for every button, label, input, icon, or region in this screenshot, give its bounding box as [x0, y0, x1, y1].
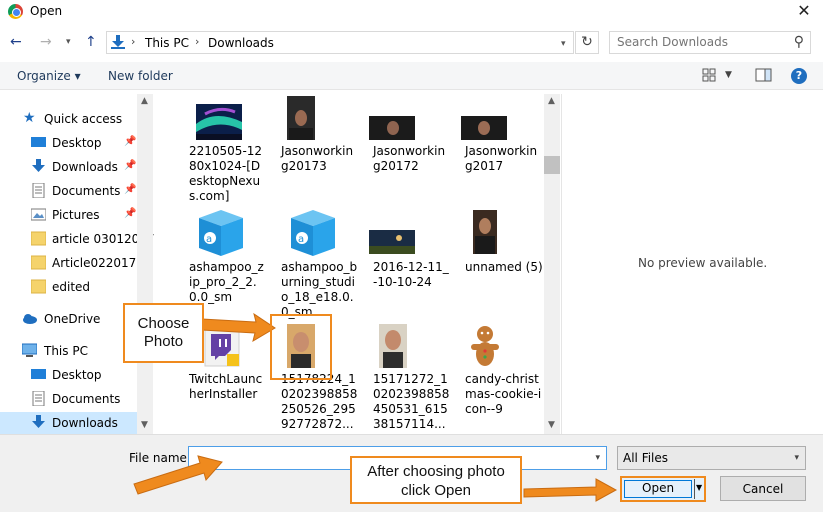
recent-locations-chevron-icon[interactable]: ▾: [66, 37, 71, 47]
folder-icon: [31, 231, 46, 246]
onedrive-cloud-icon: [23, 314, 37, 324]
refresh-icon: ↻: [581, 34, 593, 50]
highlighted-photo-box: [270, 314, 332, 380]
view-options-icon[interactable]: [702, 68, 716, 82]
photo-face-thumbnail: [379, 324, 407, 368]
pin-icon: 📌: [124, 136, 137, 147]
desktop-folder-icon: [31, 137, 46, 147]
pin-icon: 📌: [124, 160, 137, 171]
gingerbread-icon: [471, 326, 499, 366]
scroll-thumb[interactable]: [544, 156, 560, 174]
file-item[interactable]: 15171272_10202398858450531_61538157114..…: [359, 324, 451, 431]
split-divider: [694, 479, 695, 499]
desktop-folder-icon: [31, 369, 46, 379]
up-arrow-icon[interactable]: ↑: [85, 34, 97, 50]
file-item[interactable]: a ashampoo_burning_studio_18_e18.0.0_sm: [267, 210, 359, 319]
title-bar: Open ✕: [0, 0, 823, 24]
forward-arrow-icon[interactable]: →: [40, 34, 52, 50]
file-item[interactable]: Jasonworking2017: [451, 104, 543, 204]
chevron-down-icon: ▾: [794, 453, 799, 463]
documents-folder-icon: [32, 391, 45, 406]
photo-thumbnail: [287, 96, 315, 140]
pictures-folder-icon: [31, 208, 46, 221]
nav-quick-desktop[interactable]: Desktop 📌: [0, 132, 137, 154]
search-input[interactable]: [617, 35, 787, 49]
file-item[interactable]: 2210505-1280x1024-[DesktopNexus.com]: [175, 104, 267, 204]
refresh-button[interactable]: ↻: [575, 31, 599, 54]
no-preview-text: No preview available.: [638, 256, 768, 270]
svg-text:a: a: [298, 234, 304, 245]
help-icon[interactable]: ?: [791, 68, 807, 84]
close-icon[interactable]: ✕: [793, 0, 815, 22]
nav-quick-downloads[interactable]: Downloads 📌: [0, 156, 137, 178]
cancel-button[interactable]: Cancel: [720, 476, 806, 501]
photo-thumbnail: [473, 210, 497, 254]
installer-box-icon: a: [291, 210, 335, 256]
computer-icon: [22, 343, 37, 357]
installer-box-icon: a: [199, 210, 243, 256]
nav-scrollbar[interactable]: ▲ ▼: [137, 94, 153, 434]
nav-pc-documents[interactable]: Documents: [0, 388, 137, 410]
open-options-dropdown-icon[interactable]: ▼: [696, 483, 702, 492]
pin-icon: 📌: [124, 184, 137, 195]
scroll-up-icon[interactable]: ▲: [548, 96, 555, 106]
preview-pane-icon[interactable]: [755, 68, 772, 82]
scroll-down-icon[interactable]: ▼: [141, 420, 148, 430]
preview-pane: No preview available.: [561, 94, 823, 434]
svg-text:a: a: [206, 234, 212, 245]
breadcrumb-this-pc[interactable]: This PC: [145, 36, 189, 50]
file-list: 2210505-1280x1024-[DesktopNexus.com] Jas…: [165, 94, 545, 434]
pin-icon: 📌: [124, 208, 137, 219]
nav-this-pc[interactable]: This PC: [0, 340, 137, 362]
file-list-scrollbar[interactable]: ▲ ▼: [544, 94, 560, 434]
file-item[interactable]: 2016-12-11_-10-10-24: [359, 210, 451, 310]
nav-quick-edited[interactable]: edited: [0, 276, 137, 298]
window-title: Open: [30, 4, 63, 18]
file-item[interactable]: Jasonworking20172: [359, 104, 451, 204]
file-item[interactable]: candy-christmas-cookie-icon--9: [451, 324, 543, 424]
folder-icon: [31, 255, 46, 270]
address-bar[interactable]: › This PC › Downloads ▾: [106, 31, 574, 54]
file-name-dropdown-icon[interactable]: ▾: [595, 453, 600, 463]
file-item[interactable]: unnamed (5): [451, 210, 543, 310]
download-folder-icon: [32, 415, 45, 428]
file-item[interactable]: Jasonworking20173: [267, 96, 359, 196]
new-folder-button[interactable]: New folder: [108, 69, 173, 83]
address-dropdown-icon[interactable]: ▾: [561, 39, 566, 49]
file-name-label: File name:: [129, 451, 191, 465]
nav-pc-downloads[interactable]: Downloads: [0, 412, 137, 434]
folder-icon: [31, 279, 46, 294]
nav-quick-article022017[interactable]: Article022017: [0, 252, 137, 274]
click-open-callout: After choosing photo click Open: [350, 456, 522, 504]
nav-quick-documents[interactable]: Documents 📌: [0, 180, 137, 202]
search-icon: ⚲: [793, 34, 804, 50]
star-icon: ★: [23, 110, 36, 126]
downloads-location-icon: [111, 35, 125, 49]
breadcrumb-separator: ›: [131, 35, 136, 48]
nav-quick-pictures[interactable]: Pictures 📌: [0, 204, 137, 226]
search-box[interactable]: ⚲: [609, 31, 811, 54]
address-row: ← → ▾ ↑ › This PC › Downloads ▾ ↻ ⚲: [0, 28, 823, 58]
view-dropdown-icon[interactable]: ▼: [725, 70, 732, 80]
landscape-image-thumbnail: [369, 230, 415, 254]
choose-photo-callout: Choose Photo: [123, 303, 204, 363]
download-folder-icon: [32, 159, 45, 172]
scroll-down-icon[interactable]: ▼: [548, 420, 555, 430]
file-type-filter[interactable]: All Files ▾: [617, 446, 806, 470]
nav-quick-article-03012017[interactable]: article 03012017: [0, 228, 155, 250]
command-toolbar: Organize ▾ New folder ▼ ?: [0, 62, 823, 90]
nav-pc-desktop[interactable]: Desktop: [0, 364, 137, 386]
scroll-up-icon[interactable]: ▲: [141, 96, 148, 106]
breadcrumb-separator: ›: [195, 35, 200, 48]
chrome-logo-icon: [8, 4, 23, 19]
navigation-pane: ★ Quick access Desktop 📌 Downloads 📌 Doc…: [0, 94, 155, 434]
breadcrumb-downloads[interactable]: Downloads: [208, 36, 274, 50]
file-item[interactable]: a ashampoo_zip_pro_2_2.0.0_sm: [175, 210, 267, 310]
back-arrow-icon[interactable]: ←: [10, 34, 22, 50]
documents-folder-icon: [32, 183, 45, 198]
open-button[interactable]: Open ▼: [620, 476, 706, 502]
organize-button[interactable]: Organize ▾: [17, 69, 81, 83]
nav-onedrive[interactable]: OneDrive: [0, 308, 137, 330]
nav-quick-access[interactable]: ★ Quick access: [0, 108, 137, 130]
